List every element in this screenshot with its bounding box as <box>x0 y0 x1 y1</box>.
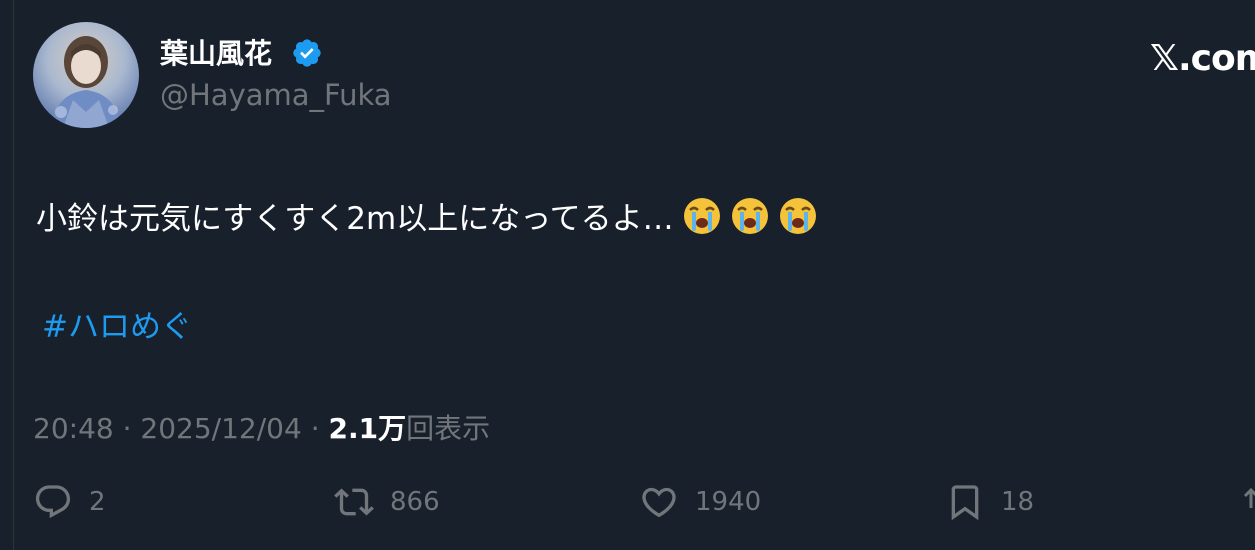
reply-button[interactable]: 2 <box>33 480 106 524</box>
avatar-photo <box>51 36 121 128</box>
like-button[interactable]: 1940 <box>639 480 761 524</box>
avatar[interactable] <box>33 22 139 128</box>
reply-icon <box>35 485 71 519</box>
bookmark-count: 18 <box>1001 487 1035 517</box>
loudly-crying-face-icon <box>779 197 816 234</box>
retweet-icon <box>334 488 374 516</box>
reply-count: 2 <box>89 487 106 517</box>
share-icon[interactable] <box>1244 488 1255 516</box>
author-handle[interactable]: @Hayama_Fuka <box>160 78 392 112</box>
retweet-button[interactable]: 866 <box>334 480 440 524</box>
retweet-count: 866 <box>390 487 440 517</box>
verified-badge-icon <box>293 39 321 67</box>
bookmark-button[interactable]: 18 <box>945 480 1034 524</box>
bookmark-icon <box>951 485 979 521</box>
view-count: 2.1万 <box>328 412 407 445</box>
tweet-meta: 20:48 · 2025/12/04 · 2.1万回表示 <box>33 407 490 447</box>
display-name[interactable]: 葉山風花 <box>160 32 272 72</box>
tweet-date[interactable]: 2025/12/04 <box>140 412 301 445</box>
tweet-body: 小鈴は元気にすくすく2m以上になってるよ… <box>36 201 674 237</box>
heart-icon <box>642 487 676 518</box>
view-count-label: 回表示 <box>406 412 491 445</box>
meta-separator: · <box>301 412 329 445</box>
loudly-crying-face-icon <box>683 197 720 234</box>
left-border <box>13 0 14 550</box>
meta-separator: · <box>113 412 141 445</box>
loudly-crying-face-icon <box>731 197 768 234</box>
hashtag-link[interactable]: #ハロめぐ <box>42 301 192 346</box>
site-label: 𝕏.com <box>1150 38 1255 79</box>
tweet-text: 小鈴は元気にすくすく2m以上になってるよ… <box>36 193 818 238</box>
like-count: 1940 <box>695 487 762 517</box>
tweet-time[interactable]: 20:48 <box>33 412 114 445</box>
